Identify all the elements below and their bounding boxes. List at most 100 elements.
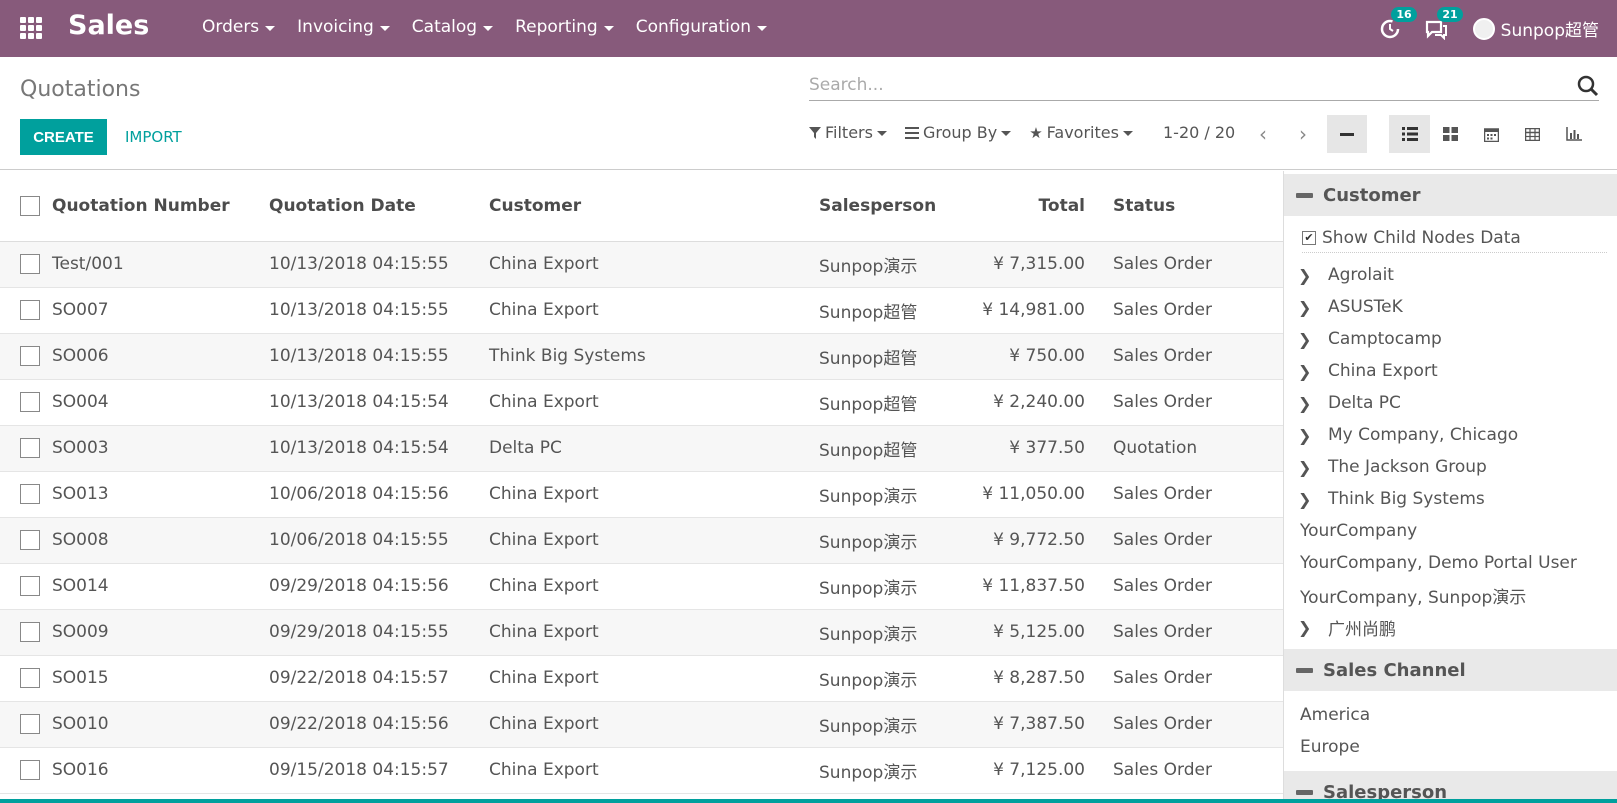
- search-bar: [809, 71, 1599, 101]
- chevron-right-icon[interactable]: ❯: [1298, 426, 1318, 445]
- row-checkbox[interactable]: [20, 484, 40, 504]
- col-total[interactable]: Total: [959, 171, 1099, 242]
- customer-item[interactable]: ❯ ASUSTeK: [1284, 291, 1617, 323]
- row-checkbox[interactable]: [20, 392, 40, 412]
- chevron-right-icon[interactable]: ›: [1288, 119, 1318, 149]
- col-quotation-number[interactable]: Quotation Number: [52, 171, 269, 242]
- table-row[interactable]: SO014 09/29/2018 04:15:56 China Export Sunp…: [0, 563, 1283, 610]
- row-checkbox[interactable]: [20, 714, 40, 734]
- row-checkbox[interactable]: [20, 760, 40, 780]
- create-button[interactable]: CREATE: [20, 119, 107, 155]
- select-all-checkbox[interactable]: [20, 195, 40, 216]
- chevron-right-icon[interactable]: ❯: [1298, 458, 1318, 477]
- chevron-right-icon[interactable]: ❯: [1298, 330, 1318, 349]
- customer-item-label: YourCompany: [1300, 521, 1418, 541]
- menu-catalog[interactable]: Catalog: [412, 17, 494, 37]
- menu-reporting[interactable]: Reporting: [515, 17, 614, 37]
- table-row[interactable]: SO004 10/13/2018 04:15:54 China Export Sunp…: [0, 379, 1283, 426]
- pager-value[interactable]: 1-20 / 20: [1163, 123, 1235, 142]
- app-brand[interactable]: Sales: [68, 10, 149, 41]
- row-checkbox[interactable]: [20, 300, 40, 320]
- customer-section-header[interactable]: Customer: [1284, 174, 1617, 216]
- channel-item-america[interactable]: America: [1284, 699, 1617, 731]
- cell-quotation-date: 10/13/2018 04:15:55: [269, 333, 489, 380]
- user-menu[interactable]: Sunpop超管: [1501, 16, 1599, 41]
- col-customer[interactable]: Customer: [489, 171, 819, 242]
- col-status[interactable]: Status: [1099, 171, 1283, 242]
- avatar[interactable]: [1472, 17, 1495, 40]
- customer-section-title: Customer: [1323, 184, 1421, 206]
- customer-item[interactable]: ❯ Agrolait: [1284, 259, 1617, 291]
- show-child-nodes-toggle[interactable]: ✔ Show Child Nodes Data: [1284, 216, 1617, 248]
- table-row[interactable]: SO013 10/06/2018 04:15:56 China Export Sunp…: [0, 471, 1283, 518]
- table-row[interactable]: SO006 10/13/2018 04:15:55 Think Big System…: [0, 333, 1283, 380]
- pivot-view-button[interactable]: [1512, 115, 1553, 153]
- sales-channel-section-header[interactable]: Sales Channel: [1284, 649, 1617, 691]
- table-row[interactable]: SO008 10/06/2018 04:15:55 China Export Sunp…: [0, 517, 1283, 564]
- row-checkbox[interactable]: [20, 668, 40, 688]
- customer-item[interactable]: ❯ The Jackson Group: [1284, 451, 1617, 483]
- chevron-right-icon[interactable]: ❯: [1298, 362, 1318, 381]
- divider: [1302, 252, 1607, 253]
- table-row[interactable]: SO009 09/29/2018 04:15:55 China Export Sunp…: [0, 609, 1283, 656]
- groupby-button[interactable]: Group By: [904, 123, 1012, 142]
- customer-item[interactable]: ❯ Delta PC: [1284, 387, 1617, 419]
- customer-item[interactable]: ❯ China Export: [1284, 355, 1617, 387]
- menu-configuration[interactable]: Configuration: [636, 17, 768, 37]
- favorites-button[interactable]: ★ Favorites: [1029, 123, 1133, 142]
- checkbox-checked-icon[interactable]: ✔: [1302, 231, 1316, 245]
- graph-view-button[interactable]: [1553, 115, 1594, 153]
- cell-quotation-number: SO013: [52, 471, 269, 518]
- cell-customer: China Export: [489, 563, 819, 610]
- table-row[interactable]: SO015 09/22/2018 04:15:57 China Export Sunp…: [0, 655, 1283, 702]
- collapse-side-panel-button[interactable]: [1327, 115, 1367, 153]
- menu-orders[interactable]: Orders: [202, 17, 276, 37]
- row-select-cell: [0, 333, 52, 380]
- messages-button[interactable]: 21: [1423, 6, 1463, 42]
- chevron-right-icon[interactable]: ❯: [1298, 266, 1318, 285]
- table-row[interactable]: SO016 09/15/2018 04:15:57 China Export Sunp…: [0, 747, 1283, 794]
- row-checkbox[interactable]: [20, 438, 40, 458]
- row-checkbox[interactable]: [20, 622, 40, 642]
- menu-invoicing[interactable]: Invoicing: [297, 17, 390, 37]
- cell-status: Sales Order: [1099, 333, 1283, 380]
- chevron-right-icon[interactable]: ❯: [1298, 298, 1318, 317]
- table-row[interactable]: SO007 10/13/2018 04:15:55 China Export Sunp…: [0, 287, 1283, 334]
- customer-item[interactable]: ❯ My Company, Chicago: [1284, 419, 1617, 451]
- chevron-left-icon[interactable]: ‹: [1248, 119, 1278, 149]
- row-checkbox[interactable]: [20, 254, 40, 274]
- menu-label: Reporting: [515, 17, 598, 37]
- filters-label: Filters: [825, 123, 873, 142]
- customer-item[interactable]: YourCompany, Demo Portal User: [1284, 547, 1617, 579]
- cell-quotation-date: 10/13/2018 04:15:55: [269, 241, 489, 288]
- col-quotation-date[interactable]: Quotation Date: [269, 171, 489, 242]
- customer-item[interactable]: YourCompany, Sunpop演示: [1284, 579, 1617, 611]
- row-checkbox[interactable]: [20, 530, 40, 550]
- chevron-right-icon[interactable]: ❯: [1298, 618, 1318, 637]
- table-row[interactable]: SO010 09/22/2018 04:15:56 China Export Sunp…: [0, 701, 1283, 748]
- table-row[interactable]: SO003 10/13/2018 04:15:54 Delta PC Sunpop超管…: [0, 425, 1283, 472]
- customer-item[interactable]: YourCompany: [1284, 515, 1617, 547]
- customer-item[interactable]: ❯ Camptocamp: [1284, 323, 1617, 355]
- chevron-right-icon[interactable]: ❯: [1298, 490, 1318, 509]
- filters-button[interactable]: Filters: [809, 123, 887, 142]
- search-icon[interactable]: [1577, 75, 1599, 97]
- kanban-view-button[interactable]: [1430, 115, 1471, 153]
- col-salesperson[interactable]: Salesperson: [819, 171, 959, 242]
- row-checkbox[interactable]: [20, 576, 40, 596]
- row-checkbox[interactable]: [20, 346, 40, 366]
- list-view-button[interactable]: [1389, 115, 1430, 153]
- apps-menu-icon[interactable]: [20, 17, 44, 39]
- cell-quotation-date: 09/15/2018 04:15:57: [269, 747, 489, 794]
- table-row[interactable]: Test/001 10/13/2018 04:15:55 China Export S…: [0, 241, 1283, 288]
- search-input[interactable]: [809, 71, 1549, 99]
- customer-item[interactable]: ❯ 广州尚鹏: [1284, 611, 1617, 643]
- activity-button[interactable]: 16: [1377, 6, 1417, 42]
- customer-item[interactable]: ❯ Think Big Systems: [1284, 483, 1617, 515]
- import-button[interactable]: IMPORT: [125, 119, 182, 155]
- activity-badge: 16: [1391, 6, 1417, 22]
- calendar-view-button[interactable]: [1471, 115, 1512, 153]
- cell-quotation-date: 10/13/2018 04:15:55: [269, 287, 489, 334]
- chevron-right-icon[interactable]: ❯: [1298, 394, 1318, 413]
- channel-item-europe[interactable]: Europe: [1284, 731, 1617, 763]
